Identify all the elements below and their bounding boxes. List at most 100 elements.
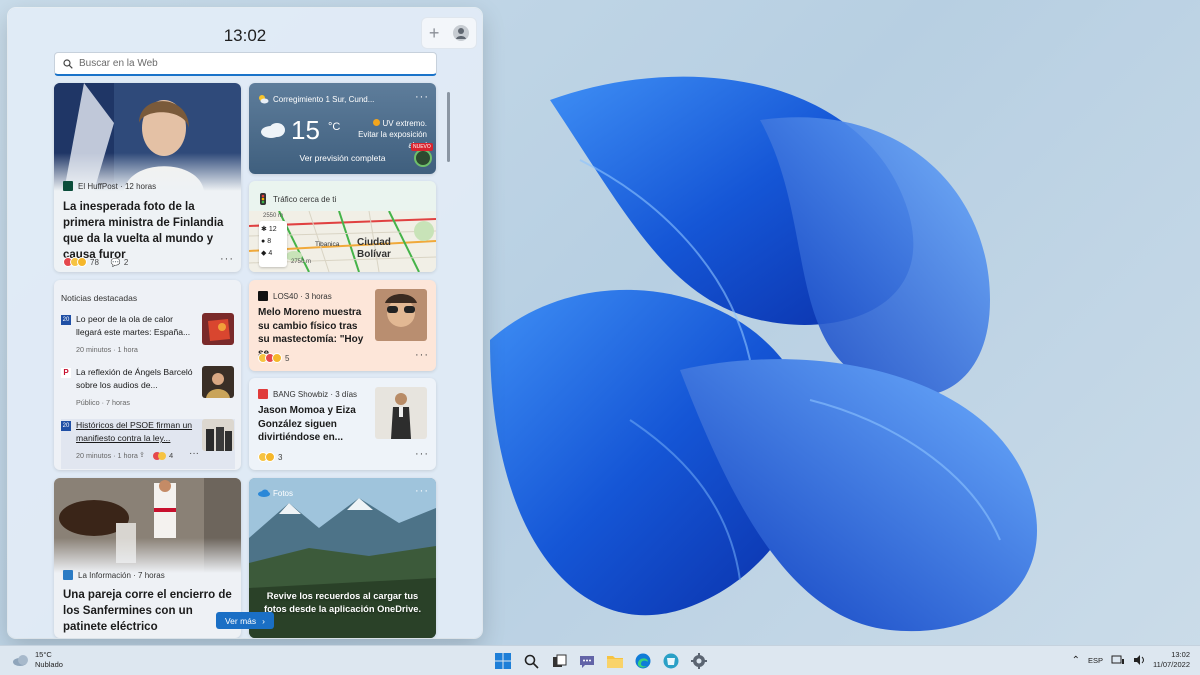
news-headline[interactable]: Una pareja corre el encierro de los Sanf…	[63, 587, 238, 635]
start-button[interactable]	[492, 650, 514, 672]
panel-top-buttons: +	[421, 17, 477, 49]
story-reaction-count: 4	[169, 451, 174, 460]
story-text[interactable]: Lo peor de la ola de calor llegará este …	[76, 313, 201, 339]
search-icon	[524, 654, 539, 669]
microsoft-store-icon	[663, 653, 679, 669]
volume-icon[interactable]	[1133, 655, 1145, 665]
story-thumbnail	[202, 366, 234, 398]
story-source-badge: P	[61, 368, 71, 378]
map-elevation-label-2: 2750 m	[291, 259, 312, 265]
panel-scrollbar[interactable]	[447, 92, 450, 162]
photos-more-options-icon[interactable]: ···	[415, 485, 429, 497]
traffic-widget[interactable]: Tráfico cerca de ti ✱ 12 ● 8 ◆ 4 2550 m …	[249, 181, 436, 272]
like-emoji-icon	[158, 452, 166, 460]
web-search-box[interactable]	[54, 52, 437, 76]
user-avatar-icon[interactable]	[453, 25, 470, 41]
panel-clock: 13:02	[223, 26, 267, 45]
reaction-count: 3	[278, 452, 283, 462]
story-text[interactable]: La reflexión de Ángels Barceló sobre los…	[76, 366, 201, 392]
gear-icon	[691, 653, 707, 669]
story-thumbnail	[202, 313, 234, 345]
onedrive-prompt[interactable]: Revive los recuerdos al cargar tus fotos…	[259, 590, 426, 615]
taskbar-clock[interactable]: 13:02 11/07/2022	[1153, 650, 1190, 670]
search-input[interactable]	[79, 58, 409, 69]
huffpost-logo-icon	[63, 181, 73, 191]
news-source-label: La Información · 7 horas	[78, 570, 165, 580]
map-place-label: Tibanica	[315, 241, 340, 248]
cloud-icon	[13, 655, 28, 666]
see-more-button[interactable]: Ver más ›	[216, 612, 274, 629]
news-card-sanfermines[interactable]: La Información · 7 horas Una pareja corr…	[54, 478, 241, 638]
photos-widget[interactable]: Fotos ··· Revive los recuerdos al cargar…	[249, 478, 436, 638]
taskbar: 15°C Nublado ⌃ ESP 13:02 11/07/2022	[0, 645, 1200, 675]
top-stories-widget: Noticias destacadas 20 Lo peor de la ola…	[54, 280, 241, 470]
taskbar-apps	[492, 650, 710, 672]
share-icon[interactable]: ⇪	[139, 451, 145, 459]
news-source-label: BANG Showbiz · 3 días	[273, 389, 358, 399]
onedrive-cloud-icon	[258, 489, 270, 497]
task-view-icon	[552, 654, 566, 667]
chevron-right-icon: ›	[262, 615, 266, 626]
widgets-panel: 13:02 + El HuffPost · 12 hor	[8, 8, 482, 638]
count-incidents: 12	[268, 226, 277, 233]
news-card-melo-moreno[interactable]: LOS40 · 3 horas Melo Moreno muestra su c…	[249, 280, 436, 371]
story-source-badge: 20	[61, 421, 71, 431]
uv-line-1: UV extremo.	[382, 119, 427, 128]
los40-logo-icon	[258, 291, 268, 301]
news-reactions[interactable]: 78 💬 2	[63, 257, 128, 267]
traffic-light-icon	[260, 193, 266, 205]
news-source: La Información · 7 horas	[63, 570, 165, 580]
store-button[interactable]	[660, 650, 682, 672]
story-text[interactable]: Históricos del PSOE firman un manifiesto…	[76, 419, 201, 445]
chevron-up-icon[interactable]: ⌃	[1072, 655, 1080, 666]
full-forecast-link[interactable]: Ver previsión completa	[249, 153, 436, 163]
map-elevation-label: 2550 m	[263, 213, 284, 219]
network-icon[interactable]	[1111, 655, 1125, 665]
news-reactions[interactable]: 3	[258, 452, 282, 462]
news-card-jason-momoa[interactable]: BANG Showbiz · 3 días Jason Momoa y Eiza…	[249, 378, 436, 470]
story-source-badge: 20	[61, 315, 71, 325]
search-icon	[63, 58, 73, 69]
more-options-icon[interactable]: ···	[415, 448, 429, 460]
add-widget-button[interactable]: +	[429, 24, 440, 42]
laugh-emoji-icon	[272, 353, 282, 363]
story-item[interactable]: 20 Lo peor de la ola de calor llegará es…	[61, 313, 235, 363]
search-button[interactable]	[520, 650, 542, 672]
chat-button[interactable]	[576, 650, 598, 672]
story-item[interactable]: P La reflexión de Ángels Barceló sobre l…	[61, 366, 235, 416]
news-card-finland[interactable]: El HuffPost · 12 horas La inesperada fot…	[54, 83, 241, 272]
news-photo	[54, 478, 241, 573]
story-meta: 20 minutos · 1 hora	[76, 345, 138, 354]
story-more-options-icon[interactable]: ···	[189, 448, 199, 459]
story-item[interactable]: 20 Históricos del PSOE firman un manifie…	[61, 419, 235, 469]
reaction-count: 5	[285, 353, 290, 363]
more-options-icon[interactable]: ···	[220, 253, 234, 265]
more-options-icon[interactable]: ···	[415, 349, 429, 361]
news-reactions[interactable]: 5	[258, 353, 289, 363]
news-headline[interactable]: Jason Momoa y Eiza González siguen divir…	[258, 404, 370, 445]
photos-title: Fotos	[273, 489, 294, 498]
news-photo	[375, 387, 427, 439]
uv-line-2: Evitar la exposición	[358, 130, 427, 139]
edge-button[interactable]	[632, 650, 654, 672]
la-informacion-logo-icon	[63, 570, 73, 580]
file-explorer-button[interactable]	[604, 650, 626, 672]
weather-more-options-icon[interactable]: ···	[415, 91, 429, 103]
settings-button[interactable]	[688, 650, 710, 672]
task-view-button[interactable]	[548, 650, 570, 672]
taskbar-weather-text: 15°C Nublado	[35, 650, 63, 670]
top-stories-title: Noticias destacadas	[61, 293, 138, 303]
sun-icon	[372, 119, 380, 126]
language-indicator[interactable]: ESP	[1088, 656, 1103, 665]
count-closures: 4	[268, 250, 273, 257]
news-headline[interactable]: Melo Moreno muestra su cambio físico tra…	[258, 306, 370, 360]
weather-widget[interactable]: Corregimiento 1 Sur, Cund... ··· 15 °C U…	[249, 83, 436, 174]
taskbar-date: 11/07/2022	[1153, 660, 1190, 669]
news-headline[interactable]: La inesperada foto de la primera ministr…	[63, 199, 235, 263]
map-city-line-1: Ciudad	[357, 237, 391, 248]
comment-icon: 💬	[110, 257, 121, 267]
news-photo	[54, 83, 241, 191]
news-source: LOS40 · 3 horas	[258, 291, 332, 301]
see-more-label: Ver más	[224, 615, 257, 626]
taskbar-weather-widget[interactable]: 15°C Nublado	[12, 650, 63, 670]
